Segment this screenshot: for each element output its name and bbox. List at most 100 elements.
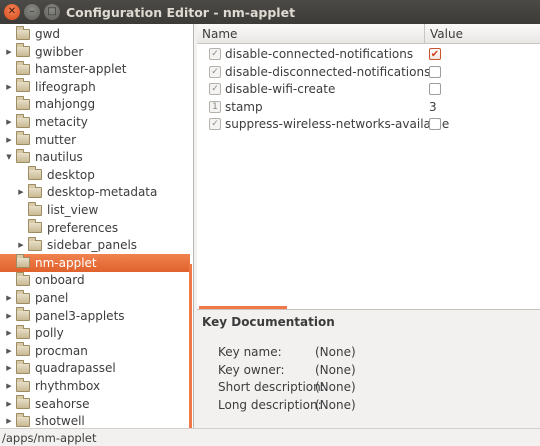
documentation-title: Key Documentation bbox=[202, 315, 335, 329]
key-name: disable-connected-notifications bbox=[225, 47, 414, 61]
expander-expanded-icon[interactable]: ▼ bbox=[4, 153, 14, 161]
tree-item-label: seahorse bbox=[35, 396, 90, 411]
tree-item-label: hamster-applet bbox=[35, 62, 127, 77]
tree-item-label: desktop-metadata bbox=[47, 185, 158, 200]
tree-item-label: quadrapassel bbox=[35, 361, 116, 376]
folder-icon bbox=[16, 289, 30, 304]
folder-icon bbox=[28, 201, 42, 216]
folder-icon bbox=[28, 183, 42, 198]
tree-item-label: preferences bbox=[47, 220, 119, 235]
key-row-suppress-wireless-networks-available[interactable]: ✓ suppress-wireless-networks-available bbox=[197, 115, 540, 133]
tree-item-list_view[interactable]: list_view bbox=[0, 201, 190, 219]
expander-collapsed-icon[interactable]: ▶ bbox=[4, 400, 14, 408]
folder-icon bbox=[28, 166, 42, 181]
key-name: suppress-wireless-networks-available bbox=[225, 117, 450, 132]
folder-icon bbox=[16, 271, 30, 286]
tree-item-procman[interactable]: ▶ procman bbox=[0, 342, 190, 360]
horizontal-scroll-indicator[interactable] bbox=[199, 306, 287, 309]
window-controls: ✕ – □ bbox=[0, 4, 60, 20]
directory-tree[interactable]: gwd ▶ gwibber hamster-applet ▶ lifeograph mahj… bbox=[0, 24, 194, 428]
bool-key-icon: ✓ bbox=[209, 83, 221, 96]
tree-item-polly[interactable]: ▶ polly bbox=[0, 324, 190, 342]
value-checkbox[interactable]: ✔ bbox=[429, 48, 441, 60]
tree-item-label: nautilus bbox=[35, 150, 83, 165]
tree-item-preferences[interactable]: preferences bbox=[0, 219, 190, 237]
tree-item-label: list_view bbox=[47, 203, 99, 217]
maximize-icon[interactable]: □ bbox=[44, 4, 60, 20]
tree-item-seahorse[interactable]: ▶ seahorse bbox=[0, 395, 190, 413]
expander-collapsed-icon[interactable]: ▶ bbox=[4, 294, 14, 302]
tree-item-panel3-applets[interactable]: ▶ panel3-applets bbox=[0, 307, 190, 325]
folder-icon bbox=[16, 307, 30, 322]
folder-icon bbox=[16, 324, 30, 339]
tree-item-sidebar_panels[interactable]: ▶ sidebar_panels bbox=[0, 236, 190, 254]
key-row-disable-connected-notifications[interactable]: ✓ disable-connected-notifications ✔ bbox=[197, 45, 540, 63]
value-checkbox[interactable] bbox=[429, 65, 441, 78]
tree-item-quadrapassel[interactable]: ▶ quadrapassel bbox=[0, 359, 190, 377]
key-list-header: Name Value bbox=[197, 24, 540, 44]
folder-icon bbox=[16, 78, 30, 93]
tree-item-hamster-applet[interactable]: hamster-applet bbox=[0, 60, 190, 78]
folder-icon bbox=[16, 95, 30, 110]
tree-item-lifeograph[interactable]: ▶ lifeograph bbox=[0, 78, 190, 96]
expander-collapsed-icon[interactable]: ▶ bbox=[4, 382, 14, 390]
expander-collapsed-icon[interactable]: ▶ bbox=[4, 312, 14, 320]
tree-item-label: panel bbox=[35, 291, 69, 305]
tree-item-metacity[interactable]: ▶ metacity bbox=[0, 113, 190, 131]
tree-item-panel[interactable]: ▶ panel bbox=[0, 289, 190, 307]
tree-item-desktop[interactable]: desktop bbox=[0, 166, 190, 184]
tree-item-mutter[interactable]: ▶ mutter bbox=[0, 131, 190, 149]
tree-item-shotwell[interactable]: ▶ shotwell bbox=[0, 412, 190, 428]
value-checkbox[interactable] bbox=[429, 118, 441, 131]
folder-icon bbox=[16, 359, 30, 374]
expander-collapsed-icon[interactable]: ▶ bbox=[4, 364, 14, 372]
tree-item-label: procman bbox=[35, 343, 88, 358]
expander-collapsed-icon[interactable]: ▶ bbox=[16, 241, 26, 249]
tree-item-mahjongg[interactable]: mahjongg bbox=[0, 95, 190, 113]
doc-field-value: (None) bbox=[315, 380, 356, 395]
key-row-disable-disconnected-notifications[interactable]: ✓ disable-disconnected-notifications bbox=[197, 63, 540, 81]
tree-item-label: mutter bbox=[35, 132, 77, 147]
key-row-disable-wifi-create[interactable]: ✓ disable-wifi-create bbox=[197, 80, 540, 98]
expander-collapsed-icon[interactable]: ▶ bbox=[16, 188, 26, 196]
tree-item-gwibber[interactable]: ▶ gwibber bbox=[0, 43, 190, 61]
doc-field-label: Key name: bbox=[218, 345, 282, 359]
tree-item-gwd[interactable]: gwd bbox=[0, 25, 190, 43]
expander-collapsed-icon[interactable]: ▶ bbox=[4, 347, 14, 355]
expander-collapsed-icon[interactable]: ▶ bbox=[4, 48, 14, 56]
expander-collapsed-icon[interactable]: ▶ bbox=[4, 329, 14, 337]
expander-collapsed-icon[interactable]: ▶ bbox=[4, 417, 14, 425]
vertical-scroll-indicator[interactable] bbox=[189, 264, 192, 428]
key-list[interactable]: Name Value ✓ disable-connected-notificati… bbox=[197, 24, 540, 310]
tree-item-label: sidebar_panels bbox=[47, 238, 138, 253]
tree-item-label: polly bbox=[35, 326, 64, 341]
doc-field-value: (None) bbox=[315, 397, 356, 412]
tree-item-label: gwd bbox=[35, 27, 61, 41]
column-header-value[interactable]: Value bbox=[430, 27, 463, 41]
folder-icon bbox=[16, 148, 30, 163]
status-bar: /apps/nm-applet bbox=[0, 428, 540, 446]
close-icon[interactable]: ✕ bbox=[4, 4, 20, 20]
tree-item-label: lifeograph bbox=[35, 79, 96, 94]
bool-key-icon: ✓ bbox=[209, 48, 221, 60]
folder-icon bbox=[16, 25, 30, 40]
folder-icon bbox=[16, 131, 30, 146]
key-row-stamp[interactable]: 1 stamp 3 bbox=[197, 98, 540, 116]
column-header-name[interactable]: Name bbox=[202, 27, 237, 41]
tree-item-rhythmbox[interactable]: ▶ rhythmbox bbox=[0, 377, 190, 395]
expander-collapsed-icon[interactable]: ▶ bbox=[4, 136, 14, 144]
tree-item-desktop-metadata[interactable]: ▶ desktop-metadata bbox=[0, 183, 190, 201]
tree-item-nautilus[interactable]: ▼ nautilus bbox=[0, 148, 190, 166]
folder-icon bbox=[16, 113, 30, 128]
value-text[interactable]: 3 bbox=[429, 100, 437, 114]
column-separator[interactable] bbox=[424, 24, 425, 44]
expander-collapsed-icon[interactable]: ▶ bbox=[4, 83, 14, 91]
tree-item-label: onboard bbox=[35, 273, 85, 288]
value-checkbox[interactable] bbox=[429, 83, 441, 96]
tree-item-nm-applet[interactable]: nm-applet bbox=[0, 253, 190, 272]
minimize-icon[interactable]: – bbox=[24, 4, 40, 20]
tree-item-onboard[interactable]: onboard bbox=[0, 271, 190, 289]
expander-collapsed-icon[interactable]: ▶ bbox=[4, 118, 14, 126]
tree-item-label: mahjongg bbox=[35, 97, 96, 112]
folder-icon bbox=[16, 43, 30, 58]
